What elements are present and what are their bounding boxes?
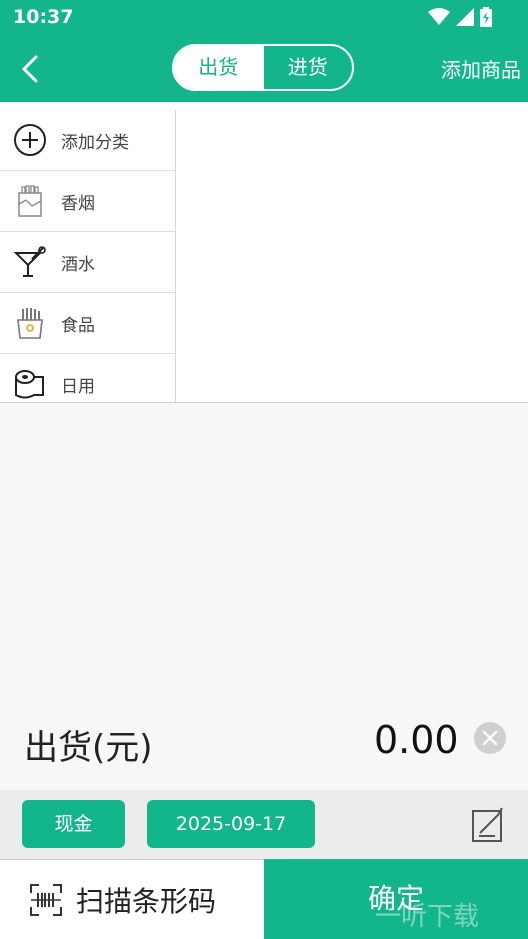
scan-barcode-button[interactable]: 扫描条形码	[0, 859, 264, 939]
amount-summary: 出货(元) 0.00	[0, 712, 528, 774]
mode-tabs: 出货 进货	[172, 44, 354, 91]
category-item-drinks[interactable]: 酒水	[0, 232, 175, 293]
category-label: 添加分类	[61, 132, 129, 153]
amount-label: 出货(元)	[24, 728, 153, 768]
battery-icon	[480, 7, 492, 27]
category-label: 食品	[61, 315, 95, 336]
add-product-button[interactable]: 添加商品	[441, 54, 521, 83]
fries-icon	[13, 306, 47, 340]
toilet-paper-icon	[13, 367, 47, 401]
tab-outbound[interactable]: 出货	[174, 46, 263, 89]
wifi-icon	[428, 8, 450, 25]
payment-method-button[interactable]: 现金	[22, 800, 125, 848]
category-list: 添加分类 香烟 酒水 食品 日用	[0, 110, 176, 402]
category-panel: 添加分类 香烟 酒水 食品 日用	[0, 102, 528, 403]
category-label: 酒水	[61, 254, 95, 275]
app-toolbar: 出货 进货 添加商品	[0, 34, 528, 102]
cocktail-icon	[13, 245, 47, 279]
date-picker-button[interactable]: 2025-09-17	[147, 800, 315, 848]
status-icons	[428, 7, 492, 27]
category-item-daily[interactable]: 日用	[0, 354, 175, 402]
cigarette-pack-icon	[13, 184, 47, 218]
category-item-cigarettes[interactable]: 香烟	[0, 171, 175, 232]
close-icon	[482, 730, 498, 746]
barcode-scan-icon	[30, 883, 62, 916]
payment-bar: 现金 2025-09-17	[0, 790, 528, 859]
scan-label: 扫描条形码	[76, 884, 217, 918]
category-item-food[interactable]: 食品	[0, 293, 175, 354]
plus-circle-icon	[13, 123, 47, 157]
edit-note-icon[interactable]	[471, 805, 507, 843]
amount-value: 0.00	[374, 718, 459, 762]
status-time: 10:37	[13, 6, 74, 28]
watermark: 一听下载	[375, 902, 480, 932]
category-item-add[interactable]: 添加分类	[0, 110, 175, 171]
category-label: 香烟	[61, 193, 95, 214]
clear-button[interactable]	[474, 722, 506, 754]
signal-icon	[456, 8, 474, 26]
category-label: 日用	[61, 376, 95, 397]
back-icon[interactable]	[14, 52, 48, 86]
tab-inbound[interactable]: 进货	[262, 46, 353, 89]
status-bar: 10:37	[0, 0, 528, 34]
